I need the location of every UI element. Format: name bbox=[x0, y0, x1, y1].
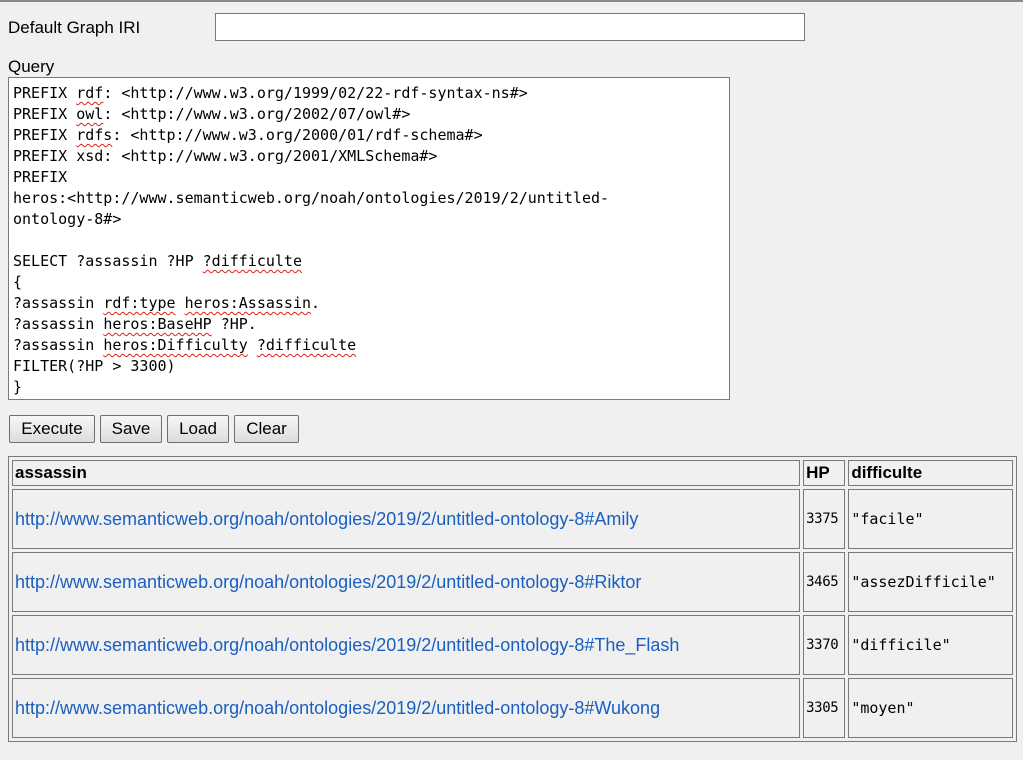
query-line: PREFIX rdf: <http://www.w3.org/1999/02/2… bbox=[13, 83, 725, 104]
difficulte-cell: "facile" bbox=[848, 489, 1013, 549]
assassin-cell: http://www.semanticweb.org/noah/ontologi… bbox=[12, 678, 801, 738]
spellcheck-token: heros:Difficulty bbox=[103, 336, 248, 354]
query-text: ?assassin bbox=[13, 315, 104, 333]
spellcheck-token: ?difficulte bbox=[202, 252, 302, 270]
hp-cell: 3305 bbox=[803, 678, 846, 738]
hp-cell: 3370 bbox=[803, 615, 846, 675]
column-header-difficulte: difficulte bbox=[848, 460, 1013, 486]
query-text: PREFIX bbox=[13, 84, 77, 102]
query-text: ?assassin bbox=[13, 294, 104, 312]
spellcheck-token: owl bbox=[76, 105, 104, 123]
query-line: } bbox=[13, 377, 725, 398]
table-row: http://www.semanticweb.org/noah/ontologi… bbox=[12, 615, 1013, 675]
query-line: heros:<http://www.semanticweb.org/noah/o… bbox=[13, 188, 725, 209]
query-line: SELECT ?assassin ?HP ?difficulte bbox=[13, 251, 725, 272]
difficulte-cell: "moyen" bbox=[848, 678, 1013, 738]
query-text bbox=[248, 336, 257, 354]
query-line: PREFIX xsd: <http://www.w3.org/2001/XMLS… bbox=[13, 146, 725, 167]
table-row: http://www.semanticweb.org/noah/ontologi… bbox=[12, 678, 1013, 738]
assassin-link[interactable]: http://www.semanticweb.org/noah/ontologi… bbox=[15, 635, 679, 655]
column-header-hp: HP bbox=[803, 460, 846, 486]
query-text: heros:<http://www.semanticweb.org/noah/o… bbox=[13, 189, 610, 207]
query-line: PREFIX rdfs: <http://www.w3.org/2000/01/… bbox=[13, 125, 725, 146]
query-line: PREFIX bbox=[13, 167, 725, 188]
spellcheck-token: ?difficulte bbox=[256, 336, 357, 354]
assassin-link[interactable]: http://www.semanticweb.org/noah/ontologi… bbox=[15, 698, 660, 718]
difficulte-value: "moyen" bbox=[851, 698, 915, 717]
query-line bbox=[13, 230, 725, 251]
hp-cell: 3465 bbox=[803, 552, 846, 612]
query-line: { bbox=[13, 272, 725, 293]
query-line: ontology-8#> bbox=[13, 209, 725, 230]
spellcheck-token: heros:Assassin bbox=[184, 294, 312, 312]
difficulte-cell: "assezDifficile" bbox=[848, 552, 1013, 612]
query-line: FILTER(?HP > 3300) bbox=[13, 356, 725, 377]
spellcheck-token: heros:BaseHP bbox=[103, 315, 212, 333]
query-text: { bbox=[13, 273, 23, 291]
assassin-cell: http://www.semanticweb.org/noah/ontologi… bbox=[12, 489, 801, 549]
results-table: assassin HP difficulte http://www.semant… bbox=[8, 456, 1017, 742]
difficulte-value: "facile" bbox=[851, 509, 924, 528]
default-graph-label: Default Graph IRI bbox=[8, 18, 141, 37]
difficulte-value: "assezDifficile" bbox=[851, 572, 996, 591]
query-text: PREFIX bbox=[13, 126, 77, 144]
query-text: } bbox=[13, 378, 23, 396]
query-text: ?HP. bbox=[211, 315, 257, 333]
assassin-link[interactable]: http://www.semanticweb.org/noah/ontologi… bbox=[15, 572, 641, 592]
column-header-assassin: assassin bbox=[12, 460, 801, 486]
spellcheck-token: rdf bbox=[76, 84, 104, 102]
query-text: ontology-8#> bbox=[13, 210, 122, 228]
hp-value: 3375 bbox=[806, 511, 839, 527]
default-graph-iri-input[interactable] bbox=[215, 13, 805, 41]
results-header-row: assassin HP difficulte bbox=[12, 460, 1013, 486]
query-text: ?assassin bbox=[13, 336, 104, 354]
save-button[interactable]: Save bbox=[100, 415, 162, 443]
hp-value: 3370 bbox=[806, 637, 839, 653]
query-text: . bbox=[311, 294, 321, 312]
clear-button[interactable]: Clear bbox=[234, 415, 299, 443]
query-text: FILTER(?HP > 3300) bbox=[13, 357, 176, 375]
difficulte-cell: "difficile" bbox=[848, 615, 1013, 675]
query-line: ?assassin heros:BaseHP ?HP. bbox=[13, 314, 725, 335]
table-row: http://www.semanticweb.org/noah/ontologi… bbox=[12, 489, 1013, 549]
query-text: : <http://www.w3.org/1999/02/22-rdf-synt… bbox=[103, 84, 528, 102]
query-text: SELECT ?assassin ?HP bbox=[13, 252, 203, 270]
query-line: ?assassin rdf:type heros:Assassin. bbox=[13, 293, 725, 314]
query-text: : <http://www.w3.org/2002/07/owl#> bbox=[103, 105, 411, 123]
query-text bbox=[176, 294, 185, 312]
execute-button[interactable]: Execute bbox=[9, 415, 95, 443]
query-textarea[interactable]: PREFIX rdf: <http://www.w3.org/1999/02/2… bbox=[8, 77, 730, 400]
table-row: http://www.semanticweb.org/noah/ontologi… bbox=[12, 552, 1013, 612]
query-text: PREFIX bbox=[13, 168, 68, 186]
assassin-cell: http://www.semanticweb.org/noah/ontologi… bbox=[12, 552, 801, 612]
load-button[interactable]: Load bbox=[167, 415, 229, 443]
query-text: PREFIX bbox=[13, 105, 77, 123]
query-line: PREFIX owl: <http://www.w3.org/2002/07/o… bbox=[13, 104, 725, 125]
spellcheck-token: rdfs bbox=[76, 126, 113, 144]
query-text: PREFIX xsd: <http://www.w3.org/2001/XMLS… bbox=[13, 147, 438, 165]
hp-value: 3305 bbox=[806, 700, 839, 716]
difficulte-value: "difficile" bbox=[851, 635, 951, 654]
assassin-link[interactable]: http://www.semanticweb.org/noah/ontologi… bbox=[15, 509, 638, 529]
assassin-cell: http://www.semanticweb.org/noah/ontologi… bbox=[12, 615, 801, 675]
hp-cell: 3375 bbox=[803, 489, 846, 549]
spellcheck-token: rdf:type bbox=[103, 294, 176, 312]
query-text: : <http://www.w3.org/2000/01/rdf-schema#… bbox=[112, 126, 483, 144]
query-line: ?assassin heros:Difficulty ?difficulte bbox=[13, 335, 725, 356]
query-label: Query bbox=[8, 57, 55, 76]
hp-value: 3465 bbox=[806, 574, 839, 590]
